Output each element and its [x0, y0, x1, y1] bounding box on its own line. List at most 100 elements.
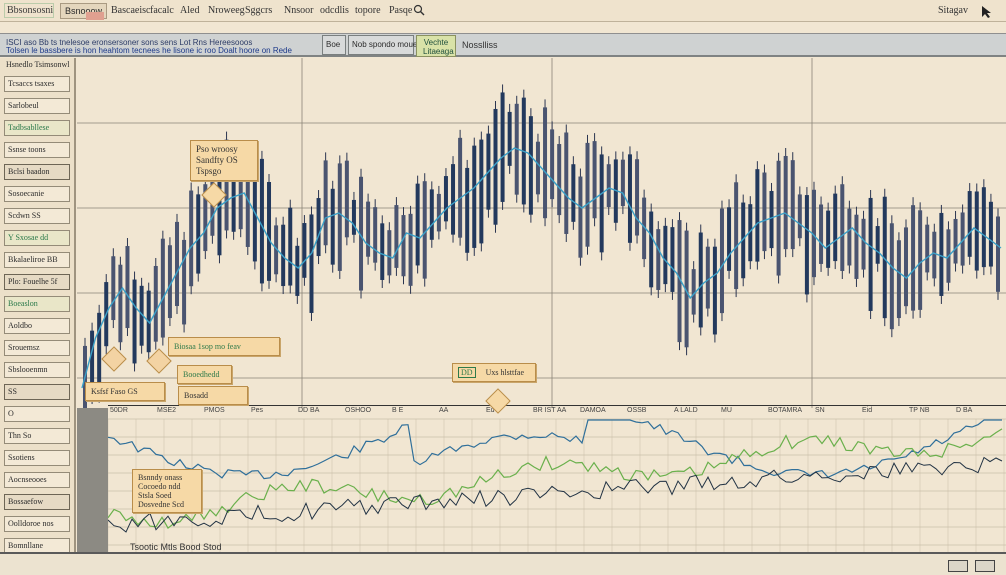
left-panel-item[interactable]: Bossaefow — [4, 494, 70, 510]
candle-body — [118, 264, 123, 343]
menu-item-settings[interactable]: Sitagav — [938, 5, 968, 16]
menu-item-5[interactable]: Sggcrs — [245, 5, 272, 16]
candle-body — [288, 207, 293, 286]
candle-body — [380, 223, 385, 280]
menu-item-7[interactable]: odcdlis — [320, 5, 349, 16]
status-bar: Tsootic Mtls Bood Stod — [0, 542, 1006, 575]
left-panel-item[interactable]: Sbslooenmn — [4, 362, 70, 378]
candle-body — [175, 221, 180, 307]
candle-body — [705, 246, 710, 309]
indicator-header-label: BOTAMRA — [768, 407, 803, 414]
left-panel-item[interactable]: Aoldbo — [4, 318, 70, 334]
indicator-header-label: MSE2 — [157, 407, 177, 414]
left-panel-item[interactable]: Sosoecanie — [4, 186, 70, 202]
candle-body — [670, 227, 675, 292]
left-panel-item[interactable]: Plo: Fouelhe 5f — [4, 274, 70, 290]
indicator-header-label: OSSB — [627, 407, 647, 414]
menu-item-6[interactable]: Nnsoor — [284, 5, 313, 16]
left-panel-item[interactable]: O — [4, 406, 70, 422]
left-panel-item[interactable]: Ssotiens — [4, 450, 70, 466]
candle-body — [762, 172, 767, 252]
indicator-chart[interactable] — [108, 405, 1006, 552]
candle-body — [535, 141, 540, 195]
menu-item-1[interactable]: Bascaeisc — [111, 5, 150, 16]
annotation-callout-1[interactable]: Pso wroosy Sandfty OS Tspsgo — [190, 140, 258, 181]
candle-body — [967, 191, 972, 257]
candle-body — [111, 256, 116, 321]
candle-body — [429, 189, 434, 240]
candle-body — [918, 210, 923, 310]
candle-body — [719, 208, 724, 314]
left-panel-item[interactable]: Sarlobeul — [4, 98, 70, 114]
candle-body — [776, 160, 781, 276]
annotation-callout-4[interactable]: Ksfsf Faso GS — [85, 382, 165, 401]
candle-body — [373, 207, 378, 263]
left-panel-item[interactable]: Aocnseooes — [4, 472, 70, 488]
candle-body — [981, 187, 986, 268]
candle-body — [755, 169, 760, 262]
candle-body — [996, 216, 1000, 292]
candle-body — [649, 211, 654, 288]
menu-item-3[interactable]: Aled — [180, 5, 199, 16]
status-button-2[interactable] — [975, 560, 995, 572]
menu-item-2[interactable]: facalc — [150, 5, 174, 16]
left-panel-item[interactable]: Bkalaeliroe BB — [4, 252, 70, 268]
left-panel-item[interactable]: Tcsaccs tsaxes — [4, 76, 70, 92]
left-panel-item[interactable]: SS — [4, 384, 70, 400]
indicator-left-strip — [77, 408, 108, 552]
status-button-1[interactable] — [948, 560, 968, 572]
candle-body — [458, 137, 463, 238]
candle-body — [840, 184, 845, 271]
toolbar-box-2[interactable]: Nob spondo mouebt — [348, 35, 424, 55]
annotation-callout-7[interactable]: Bsnndy onass Cocoedo ndd Stsla Soed Dosv… — [132, 469, 202, 513]
candle-body — [465, 167, 470, 253]
candle-body — [196, 194, 201, 274]
candle-body — [132, 279, 137, 364]
candle-body — [790, 160, 795, 250]
candle-body — [415, 183, 420, 266]
candle-body — [663, 225, 668, 285]
annotation-callout-6[interactable]: DD Uxs hlsttfae — [452, 363, 536, 382]
left-panel-item[interactable]: Tadbsabllese — [4, 120, 70, 136]
candle-body — [259, 158, 264, 284]
indicator-header-label: OSHOO — [345, 407, 372, 414]
left-panel-item[interactable]: Boeaslon — [4, 296, 70, 312]
annotation-callout-2[interactable]: Biosaa 1sop mo feav — [168, 337, 280, 356]
toolbar: ISCI aso Bb ts tnelesoe eronsersoner son… — [0, 33, 1006, 57]
candle-body — [620, 159, 625, 207]
annotation-callout-5[interactable]: Bosadd — [178, 386, 248, 405]
left-panel-item[interactable]: Srouemsz — [4, 340, 70, 356]
toolbar-green-button[interactable]: Vechte Litaeaga — [416, 35, 456, 57]
candle-body — [861, 218, 866, 270]
left-panel-item[interactable]: Bclsi baadon — [4, 164, 70, 180]
left-panel-item[interactable]: Y Sxosae dd — [4, 230, 70, 246]
menu-item-8[interactable]: topore — [355, 5, 381, 16]
candle-body — [804, 195, 809, 295]
left-panel-item[interactable]: Oolldoroe nos — [4, 516, 70, 532]
candle-body — [252, 177, 257, 262]
candle-body — [528, 116, 533, 215]
candle-body — [366, 201, 371, 257]
menu-item-9[interactable]: Pasqe — [389, 5, 412, 16]
indicator-header-label: 50DR — [110, 407, 128, 414]
candle-body — [769, 190, 774, 249]
candle-body — [783, 155, 788, 250]
menu-item-4[interactable]: Nroweeg — [208, 5, 245, 16]
left-panel-item[interactable]: Scdwn SS — [4, 208, 70, 224]
toolbar-box-1[interactable]: Boe — [322, 35, 346, 55]
candle-body — [493, 108, 498, 225]
callout-6-badge: DD — [458, 367, 476, 378]
left-panel-item[interactable]: Ssnse toons — [4, 142, 70, 158]
candle-body — [606, 164, 611, 208]
indicator-footer-label: Tsootic Mtls Bood Stod — [130, 542, 222, 552]
indicator-header-label: Eid — [862, 407, 873, 414]
left-panel-item[interactable]: Thn So — [4, 428, 70, 444]
annotation-callout-3[interactable]: Booedhedd — [177, 365, 232, 384]
candle-body — [868, 197, 873, 311]
candle-body — [422, 181, 427, 279]
search-icon[interactable] — [413, 3, 425, 21]
candle-body — [316, 198, 321, 257]
indicator-header: 50DR MSE2 PMOS Pes DD BA OSHOO B E AA Ed BR IST A… — [108, 405, 1006, 418]
candle-body — [302, 223, 307, 278]
left-panel: Hsnedlo Tsimsonwl Tcsaccs tsaxes Sarlobeu… — [0, 58, 76, 554]
